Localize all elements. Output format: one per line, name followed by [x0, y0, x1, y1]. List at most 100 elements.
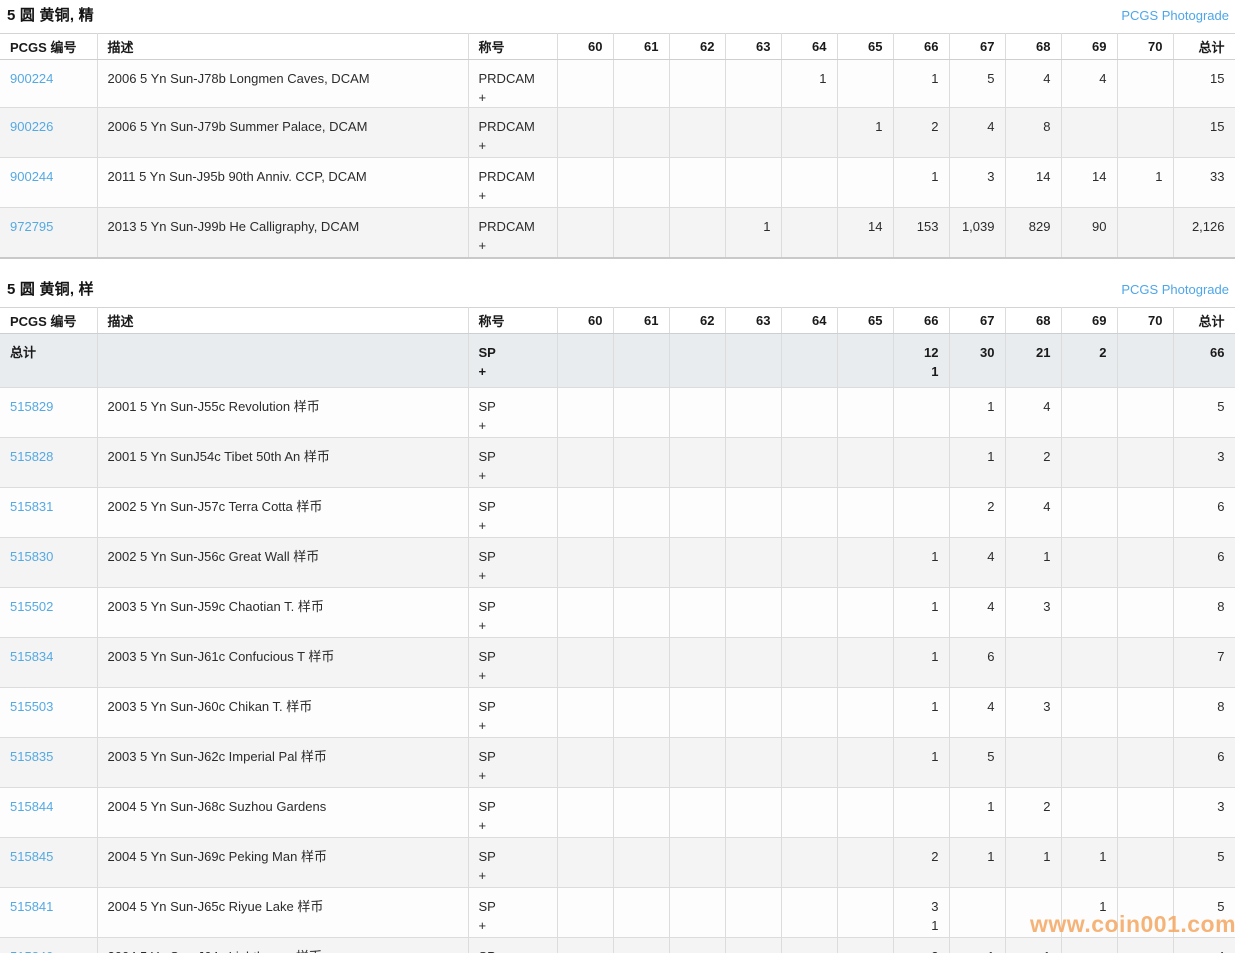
- grade-61-cell: [612, 436, 670, 488]
- description-cell: 2002 5 Yn Sun-J56c Great Wall 样币: [96, 536, 469, 588]
- total-cell: 6: [1172, 536, 1235, 588]
- pcgs-number-cell: 515840: [0, 936, 98, 953]
- grade-64-cell: [780, 936, 838, 953]
- description-cell: 2004 5 Yn Sun-J65c Riyue Lake 样币: [96, 886, 469, 938]
- grade-67-cell: 2: [948, 486, 1006, 538]
- designation-cell: SP +: [467, 436, 558, 488]
- grade-63-cell: [724, 107, 782, 158]
- pcgs-number-link[interactable]: 972795: [10, 219, 53, 234]
- col-header-grade-61: 61: [612, 33, 670, 60]
- grade-62-cell: [668, 207, 726, 258]
- grade-66-cell: [892, 436, 950, 488]
- total-cell: 15: [1172, 107, 1235, 158]
- grade-60-cell: [556, 686, 614, 738]
- pcgs-number-link[interactable]: 515845: [10, 849, 53, 864]
- col-header-pcgs-number: PCGS 编号: [0, 33, 98, 60]
- grade-61-cell: [612, 636, 670, 688]
- grade-69-cell: [1060, 536, 1118, 588]
- grade-65-cell: [836, 836, 894, 888]
- grade-66-cell: 1: [892, 157, 950, 208]
- col-header-grade-66: 66: [892, 306, 950, 334]
- grade-65-cell: 1: [836, 107, 894, 158]
- pcgs-number-link[interactable]: 900224: [10, 71, 53, 86]
- description-cell: 2006 5 Yn Sun-J79b Summer Palace, DCAM: [96, 107, 469, 158]
- description-cell: [96, 332, 469, 388]
- pcgs-number-link[interactable]: 515502: [10, 599, 53, 614]
- pcgs-number-cell: 515834: [0, 636, 98, 688]
- col-header-grade-60: 60: [556, 306, 614, 334]
- pcgs-number-link[interactable]: 515841: [10, 899, 53, 914]
- grade-69-cell: [1060, 586, 1118, 638]
- grade-70-cell: [1116, 636, 1174, 688]
- total-cell: 33: [1172, 157, 1235, 208]
- pcgs-number-link[interactable]: 515830: [10, 549, 53, 564]
- pcgs-number-link[interactable]: 515829: [10, 399, 53, 414]
- grade-65-cell: [836, 332, 894, 388]
- table-row: 900244 2011 5 Yn Sun-J95b 90th Anniv. CCP…: [0, 157, 1235, 208]
- grade-65-cell: 14: [836, 207, 894, 258]
- grade-64-cell: [780, 386, 838, 438]
- pcgs-number-link[interactable]: 900244: [10, 169, 53, 184]
- grade-63-cell: [724, 59, 782, 108]
- designation-cell: SP +: [467, 736, 558, 788]
- grade-66-cell: [892, 486, 950, 538]
- grade-62-cell: [668, 836, 726, 888]
- total-cell: 4: [1172, 936, 1235, 953]
- grade-66-cell: 3 1: [892, 886, 950, 938]
- grade-63-cell: 1: [724, 207, 782, 258]
- grade-63-cell: [724, 486, 782, 538]
- designation-cell: PRDCAM +: [467, 59, 558, 108]
- grade-66-cell: [892, 386, 950, 438]
- designation-cell: SP +: [467, 686, 558, 738]
- pcgs-photograde-link[interactable]: PCGS Photograde: [1121, 8, 1229, 23]
- col-header-grade-65: 65: [836, 33, 894, 60]
- description-cell: 2006 5 Yn Sun-J78b Longmen Caves, DCAM: [96, 59, 469, 108]
- grade-62-cell: [668, 332, 726, 388]
- grade-62-cell: [668, 586, 726, 638]
- designation-cell: SP +: [467, 836, 558, 888]
- pcgs-number-link[interactable]: 515844: [10, 799, 53, 814]
- grade-62-cell: [668, 686, 726, 738]
- grade-67-cell: 6: [948, 636, 1006, 688]
- pcgs-number-cell: 515830: [0, 536, 98, 588]
- section-header-specimen: 5 圆 黄铜, 样 PCGS Photograde: [7, 278, 1229, 299]
- table-header-row: PCGS 编号 描述 称号 60 61 62 63 64 65 66 67 68 69 70 总计: [0, 33, 1235, 60]
- pcgs-number-link[interactable]: 900226: [10, 119, 53, 134]
- pcgs-number-link[interactable]: 515835: [10, 749, 53, 764]
- grade-63-cell: [724, 386, 782, 438]
- grade-62-cell: [668, 636, 726, 688]
- total-cell: 5: [1172, 386, 1235, 438]
- total-cell: 6: [1172, 486, 1235, 538]
- pcgs-photograde-link[interactable]: PCGS Photograde: [1121, 282, 1229, 297]
- grade-68-cell: 2: [1004, 436, 1062, 488]
- pcgs-number-cell: 515835: [0, 736, 98, 788]
- grade-69-cell: 4: [1060, 59, 1118, 108]
- grade-70-cell: 1: [1116, 157, 1174, 208]
- grade-60-cell: [556, 207, 614, 258]
- grade-65-cell: [836, 586, 894, 638]
- grade-70-cell: [1116, 436, 1174, 488]
- grade-68-cell: 1: [1004, 936, 1062, 953]
- pcgs-number-link[interactable]: 515828: [10, 449, 53, 464]
- col-header-total: 总计: [1172, 33, 1235, 60]
- grade-66-cell: 1: [892, 636, 950, 688]
- col-header-description: 描述: [96, 33, 469, 60]
- grade-66-cell: 1: [892, 536, 950, 588]
- grade-65-cell: [836, 736, 894, 788]
- grade-68-cell: 4: [1004, 486, 1062, 538]
- grade-60-cell: [556, 332, 614, 388]
- col-header-grade-62: 62: [668, 306, 726, 334]
- pcgs-number-cell: 515844: [0, 786, 98, 838]
- grade-69-cell: [1060, 486, 1118, 538]
- grade-63-cell: [724, 157, 782, 208]
- grade-62-cell: [668, 436, 726, 488]
- pcgs-number-link[interactable]: 515831: [10, 499, 53, 514]
- pcgs-number-link[interactable]: 515834: [10, 649, 53, 664]
- grade-64-cell: [780, 207, 838, 258]
- pcgs-number-cell: 900226: [0, 107, 98, 158]
- grade-65-cell: [836, 686, 894, 738]
- col-header-grade-64: 64: [780, 306, 838, 334]
- grade-60-cell: [556, 936, 614, 953]
- pcgs-number-link[interactable]: 515503: [10, 699, 53, 714]
- pcgs-number-link[interactable]: 515840: [10, 949, 53, 953]
